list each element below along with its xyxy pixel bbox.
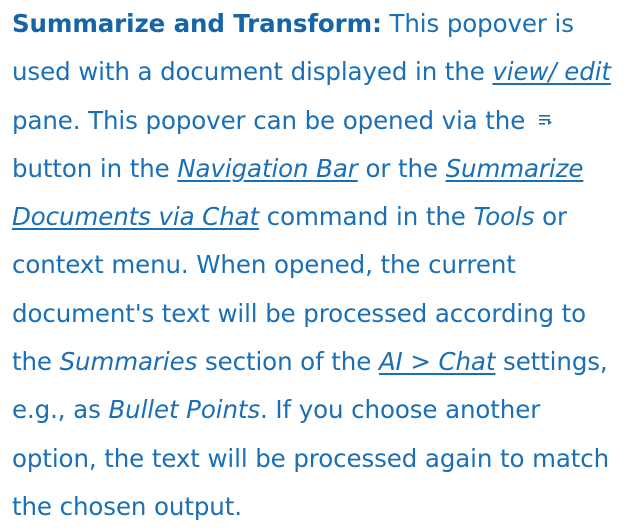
- link-navigation-bar[interactable]: Navigation Bar: [177, 154, 358, 183]
- link-view-edit[interactable]: view/ edit: [492, 57, 611, 86]
- summaries-section-name: Summaries: [59, 347, 198, 377]
- help-paragraph: Summarize and Transform: This popover is…: [12, 0, 624, 531]
- tools-menu-name: Tools: [473, 202, 535, 232]
- section-title: Summarize and Transform:: [12, 9, 382, 38]
- text-segment: button in the: [12, 153, 178, 183]
- bullet-points-option: Bullet Points: [108, 395, 261, 425]
- text-segment: or the: [357, 153, 446, 183]
- summarize-list-icon: [538, 114, 552, 125]
- text-segment: pane. This popover can be opened via the: [12, 105, 533, 135]
- text-segment: section of the: [197, 347, 379, 377]
- text-segment: command in the: [259, 202, 474, 232]
- link-ai-chat[interactable]: AI > Chat: [379, 347, 496, 376]
